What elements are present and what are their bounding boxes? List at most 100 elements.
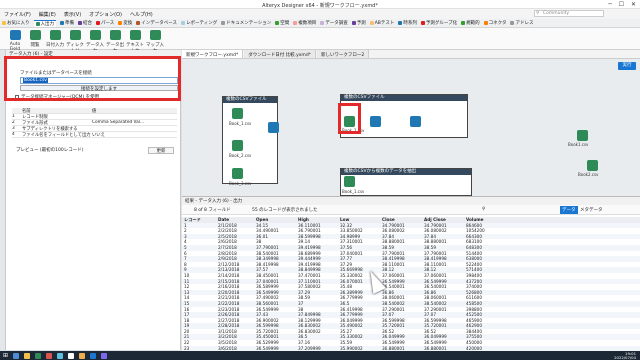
menu-help[interactable]: ヘルプ(H)	[130, 11, 153, 18]
category-icon	[461, 21, 466, 25]
tool-icon	[89, 30, 101, 40]
workflow-canvas[interactable]: 新規ワークフロー.yxmd* ダウンロード日付 比較.yxmd* 新しいワークフロー…	[182, 50, 640, 196]
highlight-box-node	[338, 103, 361, 134]
category-icon	[420, 21, 425, 25]
workflow-tabs: 新規ワークフロー.yxmd* ダウンロード日付 比較.yxmd* 新しいワークフロー…	[182, 50, 640, 59]
search-icon: ⚲	[536, 11, 540, 16]
tool-icon	[69, 30, 81, 40]
menu-options[interactable]: オプション(O)	[89, 11, 122, 18]
tool-icon	[29, 30, 41, 40]
category-tab-1[interactable]: 入出力	[33, 19, 56, 27]
taskbar-app-icon[interactable]	[79, 352, 86, 359]
category-icon	[510, 21, 515, 25]
category-tab-6[interactable]: インデータベース	[136, 20, 177, 26]
tool-palette: Auto Field閲覧日付入力ディレクトリデータ入力データ出力テキスト入力マッ…	[0, 28, 640, 54]
search-input[interactable]: ⚲ Community	[534, 10, 604, 17]
category-tab-9[interactable]: 空間	[275, 20, 289, 26]
fields-dropdown[interactable]: 8 of 8 フィールド	[194, 207, 231, 213]
category-tab-8[interactable]: ドキュメンテーション	[221, 20, 271, 26]
category-icon	[181, 21, 186, 25]
input-node-1[interactable]	[232, 108, 243, 119]
workflow-tab-0[interactable]: 新規ワークフロー.yxmd*	[182, 50, 244, 58]
category-tab-11[interactable]: データ調査	[320, 20, 348, 26]
category-icon	[2, 21, 6, 25]
close-icon[interactable]: ✕	[631, 1, 636, 8]
metadata-view-button[interactable]: メタデータ	[580, 207, 603, 213]
tool-icon	[109, 30, 121, 40]
system-clock: 19:01 2022/07/04	[614, 351, 636, 360]
taskbar-app-icon[interactable]	[68, 352, 75, 359]
workflow-tab-2[interactable]: 新しいワークフロー2	[316, 50, 370, 58]
category-tab-2[interactable]: 準備	[60, 20, 74, 26]
category-icon	[96, 21, 100, 25]
input-node-2[interactable]	[232, 140, 243, 151]
category-icon	[78, 21, 82, 25]
taskbar-app-icon[interactable]	[90, 352, 97, 359]
tool-icon	[9, 30, 21, 40]
tool-category-bar: お気に入り 入出力 準備 結合 パース 変換 インデータベース レポーティング ドキュメンテーシ…	[0, 19, 640, 28]
input-node-3[interactable]	[232, 168, 243, 179]
category-tab-5[interactable]: 変換	[118, 20, 132, 26]
taskbar-app-icon[interactable]	[46, 352, 53, 359]
category-tab-4[interactable]: パース	[96, 20, 114, 26]
category-tab-12[interactable]: 予測	[351, 20, 366, 26]
menu-file[interactable]: ファイル(F)	[4, 11, 31, 18]
taskbar-app-icon[interactable]	[101, 352, 108, 359]
input-node-4[interactable]	[344, 176, 355, 187]
category-icon	[320, 21, 325, 25]
results-panel: 結果 - データ入力 (6) - 出力 8 of 8 フィールド 55 のレコー…	[182, 196, 640, 352]
tool-icon	[149, 30, 161, 40]
window-title: Alteryx Designer x64 - 新規ワークフロー.yxmd*	[262, 3, 378, 9]
category-tab-13[interactable]: ABテスト	[369, 20, 394, 26]
taskbar-app-icon[interactable]	[13, 352, 20, 359]
taskbar: ⊞	[0, 351, 640, 360]
tool-icon	[129, 30, 141, 40]
container-multi-csv-1[interactable]: 複数のCSVファイル	[222, 96, 278, 184]
minimize-icon[interactable]: ─	[608, 1, 612, 8]
tool-icon	[49, 30, 61, 40]
run-button[interactable]: 実行	[618, 62, 636, 70]
menu-edit[interactable]: 編集(E)	[39, 11, 56, 18]
category-tab-17[interactable]: コネクタ	[483, 20, 506, 26]
tool-1[interactable]: 閲覧	[24, 30, 46, 48]
taskbar-app-icon[interactable]	[35, 352, 42, 359]
title-bar: Alteryx Designer x64 - 新規ワークフロー.yxmd* ─ …	[0, 0, 640, 9]
refresh-button[interactable]: 更新	[148, 147, 174, 154]
workflow-tab-1[interactable]: ダウンロード日付 比較.yxmd*	[244, 50, 316, 58]
category-tab-10[interactable]: 複数項目	[293, 20, 316, 26]
category-icon	[483, 21, 488, 25]
results-toolbar: 8 of 8 フィールド 55 のレコードが表示されました ⚲ データ メタデー…	[182, 205, 640, 215]
config-options-grid: 名前値 1 レコード制限 2 ファイル形式 Comma Separated Val... 3…	[12, 108, 177, 138]
category-tab-16[interactable]: 規範的	[461, 20, 480, 26]
category-tab-18[interactable]: アドレス	[510, 20, 533, 26]
results-header: 結果 - データ入力 (6) - 出力	[182, 197, 640, 205]
browse-node[interactable]	[370, 116, 381, 127]
data-view-button[interactable]: データ	[560, 206, 578, 214]
category-tab-15[interactable]: 予測グループ化	[420, 20, 457, 26]
category-icon	[351, 21, 356, 25]
maximize-icon[interactable]: ☐	[619, 1, 624, 8]
select-node[interactable]	[410, 116, 421, 127]
grid-row[interactable]: 4 ファイル名をフィールドとして出力 いいえ	[12, 132, 177, 138]
category-icon	[60, 21, 64, 25]
category-tab-14[interactable]: 時系列	[398, 20, 417, 26]
category-icon	[369, 21, 374, 25]
taskbar-app-icon[interactable]	[24, 352, 31, 359]
input-node-5[interactable]	[577, 130, 588, 141]
union-node[interactable]	[268, 122, 279, 133]
start-icon[interactable]: ⊞	[3, 352, 8, 359]
taskbar-app-icon[interactable]	[57, 352, 64, 359]
tool-2[interactable]: 日付入力	[44, 30, 66, 48]
category-tab-7[interactable]: レポーティング	[181, 20, 217, 26]
category-icon	[398, 21, 403, 25]
menu-view[interactable]: 表示(V)	[64, 11, 81, 18]
results-table: レコード Date Open High Low Close Adj Close Volume 1…	[182, 217, 640, 352]
results-search-icon[interactable]: ⚲	[482, 207, 485, 212]
category-tab-0[interactable]: お気に入り	[2, 20, 30, 26]
highlight-box-config	[4, 56, 181, 101]
input-node-6[interactable]	[587, 160, 598, 171]
category-icon	[35, 21, 40, 26]
category-tab-3[interactable]: 結合	[78, 20, 92, 26]
category-icon	[293, 21, 298, 25]
tool-0[interactable]: Auto Field	[4, 30, 26, 52]
